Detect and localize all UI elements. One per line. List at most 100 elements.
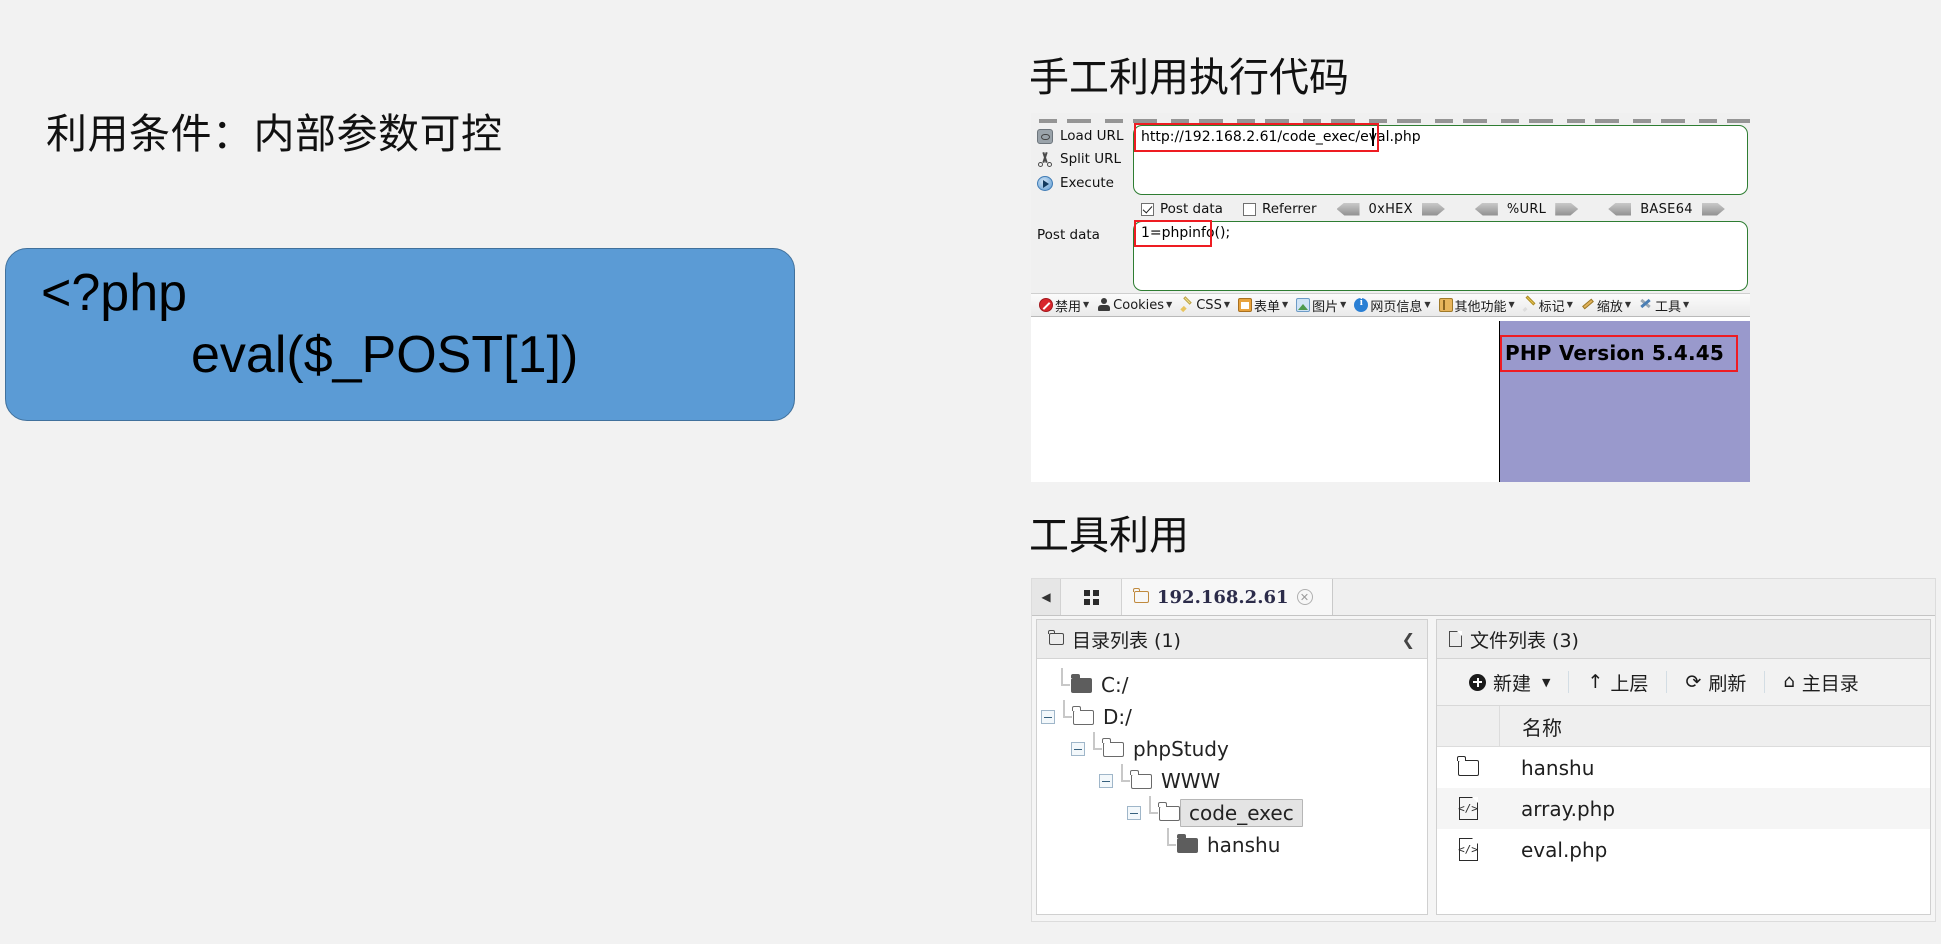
toolbar-item-images[interactable]: 图片 ▼ (1292, 296, 1350, 315)
file-name: eval.php (1521, 837, 1608, 862)
tree-elbow-icon (1057, 700, 1072, 724)
toolbar-item-other[interactable]: 其他功能 ▼ (1435, 296, 1519, 315)
column-header-name: 名称 (1522, 715, 1562, 740)
toolbar-item-tools-label: 工具 (1655, 299, 1682, 315)
refresh-button[interactable]: ⟳ 刷新 (1667, 669, 1764, 696)
referrer-checkbox[interactable]: Referrer (1242, 201, 1317, 217)
toolbar-item-disable[interactable]: 禁用 ▼ (1035, 296, 1093, 315)
encoder-hex[interactable]: 0xHEX (1336, 201, 1445, 217)
tree-item[interactable]: D:/ (1037, 700, 1427, 733)
up-button-label: 上层 (1610, 672, 1649, 695)
encoder-hex-label: 0xHEX (1368, 201, 1413, 217)
toolbar-item-cookies[interactable]: Cookies ▼ (1093, 298, 1176, 313)
code-line-eval: eval($_POST[1]) (191, 326, 579, 384)
file-name: hanshu (1521, 755, 1595, 780)
arrow-left-icon[interactable] (1474, 202, 1498, 216)
document-icon (1449, 631, 1462, 647)
chevron-left-icon[interactable]: ◀ (1032, 579, 1061, 615)
directory-pane-title: 目录列表 (1) (1072, 629, 1181, 652)
file-list-column-header: 名称 (1437, 706, 1930, 747)
chevron-down-icon: ▼ (1424, 300, 1431, 309)
text-caret (1372, 128, 1374, 146)
load-url-button[interactable]: Load URL (1037, 125, 1123, 147)
section-heading-tool: 工具利用 (1029, 514, 1189, 558)
split-url-icon (1037, 152, 1053, 167)
home-button[interactable]: ⌂ 主目录 (1765, 669, 1876, 696)
execute-button[interactable]: Execute (1037, 172, 1114, 194)
toolbar-item-cookies-label: Cookies (1113, 297, 1165, 313)
zoom-icon (1581, 298, 1595, 312)
folder-icon (1133, 588, 1149, 603)
php-version-text: PHP Version 5.4.45 (1505, 341, 1724, 365)
folder-open-icon (1102, 737, 1124, 757)
tree-elbow-icon (1087, 732, 1102, 756)
tree-collapse-toggle[interactable] (1071, 742, 1085, 756)
tree-item[interactable]: WWW (1037, 764, 1427, 797)
tree-item-label: C:/ (1101, 673, 1129, 697)
tree-collapse-toggle[interactable] (1099, 774, 1113, 788)
table-row[interactable]: </> eval.php (1437, 829, 1930, 870)
toolbar-item-markup[interactable]: 标记 ▼ (1519, 296, 1577, 315)
arrow-left-icon[interactable] (1336, 202, 1360, 216)
form-icon (1237, 298, 1252, 312)
post-data-value: 1=phpinfo(); (1141, 225, 1231, 241)
tree-collapse-toggle[interactable] (1127, 806, 1141, 820)
toolbar-item-other-label: 其他功能 (1454, 299, 1507, 315)
tree-item[interactable]: hanshu (1037, 828, 1427, 861)
table-row[interactable]: </> array.php (1437, 788, 1930, 829)
toolbar-item-page-info[interactable]: 网页信息 ▼ (1350, 296, 1434, 315)
toolbar-item-forms[interactable]: 表单 ▼ (1234, 296, 1292, 315)
encoder-base64[interactable]: BASE64 (1608, 202, 1725, 217)
chevron-down-icon[interactable]: ▼ (1542, 676, 1550, 689)
load-url-label: Load URL (1060, 128, 1124, 144)
post-data-checkbox[interactable]: Post data (1141, 201, 1223, 217)
php-file-icon: </> (1437, 796, 1499, 820)
arrow-right-icon[interactable] (1421, 202, 1445, 216)
tab-label: 192.168.2.61 (1157, 586, 1289, 608)
tree-item-label: code_exec (1180, 799, 1303, 827)
url-input-value: http://192.168.2.61/code_exec/eval.php (1141, 129, 1421, 145)
arrow-right-icon[interactable] (1701, 202, 1725, 216)
slide-canvas: 利用条件：内部参数可控 <?php eval($_POST[1]) 手工利用执行… (0, 0, 1941, 944)
file-list-pane-header: 文件列表 (3) (1437, 620, 1930, 659)
new-button[interactable]: 新建 ▼ (1451, 669, 1568, 696)
tree-collapse-toggle[interactable] (1041, 710, 1055, 724)
file-manager-screenshot: ◀ 192.168.2.61 ✕ 目录列表 (1) ❮ C:/ D:/ phpS… (1031, 578, 1936, 922)
toolbar-item-tools[interactable]: 工具 ▼ (1635, 296, 1693, 315)
tools-icon (1639, 298, 1653, 312)
arrow-left-icon[interactable] (1608, 202, 1632, 216)
split-url-label: Split URL (1060, 151, 1122, 167)
toolbar-item-zoom[interactable]: 缩放 ▼ (1577, 296, 1635, 315)
tree-item-selected[interactable]: code_exec (1037, 796, 1427, 829)
tab-bar: ◀ 192.168.2.61 ✕ (1032, 579, 1935, 616)
arrow-up-icon: ↑ (1587, 670, 1604, 693)
section-heading-manual: 手工利用执行代码 (1029, 56, 1349, 100)
table-row[interactable]: hanshu (1437, 747, 1930, 788)
tree-item[interactable]: phpStudy (1037, 732, 1427, 765)
toolbar-item-forms-label: 表单 (1253, 299, 1280, 315)
file-list-pane: 文件列表 (3) 新建 ▼ ↑ 上层 ⟳ 刷新 ⌂ 主目录 名称 hanshu … (1436, 619, 1931, 915)
phpinfo-result-area: PHP Version 5.4.45 (1031, 317, 1750, 482)
folder-open-icon (1158, 801, 1180, 821)
grid-view-button[interactable] (1061, 579, 1122, 615)
chevron-down-icon: ▼ (1683, 300, 1690, 309)
tree-item[interactable]: C:/ (1037, 668, 1427, 701)
file-list-toolbar: 新建 ▼ ↑ 上层 ⟳ 刷新 ⌂ 主目录 (1437, 659, 1930, 706)
chevron-left-icon[interactable]: ❮ (1402, 630, 1415, 649)
toolbar-item-css[interactable]: CSS ▼ (1176, 298, 1234, 313)
file-manager-body: 目录列表 (1) ❮ C:/ D:/ phpStudy WWW code_exe… (1032, 615, 1935, 921)
encoder-url[interactable]: %URL (1474, 202, 1579, 217)
arrow-right-icon[interactable] (1555, 202, 1579, 216)
toolbar-item-images-label: 图片 (1312, 299, 1339, 315)
ban-icon (1039, 298, 1053, 312)
execute-icon (1037, 175, 1053, 191)
other-icon (1438, 298, 1453, 312)
split-url-button[interactable]: Split URL (1037, 148, 1121, 170)
close-icon[interactable]: ✕ (1296, 589, 1313, 605)
file-list-pane-title: 文件列表 (3) (1470, 629, 1579, 652)
toolbar-item-disable-label: 禁用 (1055, 299, 1082, 315)
up-button[interactable]: ↑ 上层 (1569, 669, 1666, 696)
image-icon (1296, 298, 1311, 312)
home-icon: ⌂ (1783, 671, 1795, 692)
tab-192-168-2-61[interactable]: 192.168.2.61 ✕ (1122, 579, 1333, 615)
